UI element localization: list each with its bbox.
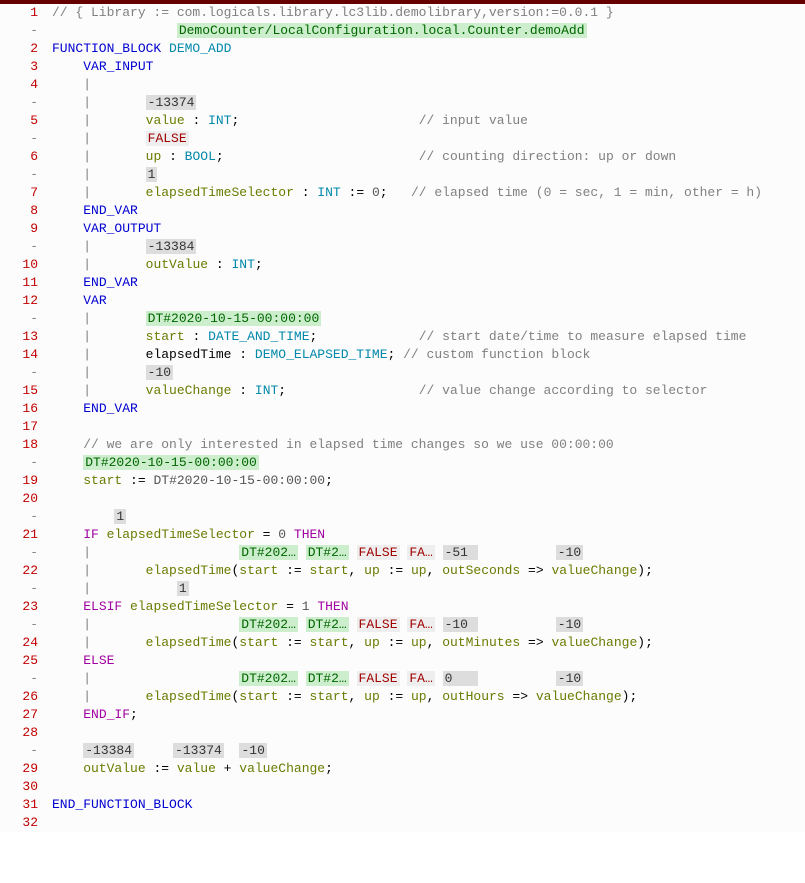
line-number: 15 <box>0 382 38 400</box>
line-number: - <box>0 508 38 526</box>
line-number: 24 <box>0 634 38 652</box>
line-number: 13 <box>0 328 38 346</box>
code-line: | 1 <box>52 580 805 598</box>
line-number: 21 <box>0 526 38 544</box>
line-number: - <box>0 580 38 598</box>
line-number: 26 <box>0 688 38 706</box>
line-number: 9 <box>0 220 38 238</box>
line-number: - <box>0 670 38 688</box>
line-number: - <box>0 310 38 328</box>
line-gutter: 1-234-5-6-789-101112-1314-15161718-1920-… <box>0 4 48 832</box>
code-line: | DT#202… DT#2… FALSE FA… -10 -10 <box>52 616 805 634</box>
line-number: 16 <box>0 400 38 418</box>
line-number: 31 <box>0 796 38 814</box>
code-line: END_VAR <box>52 202 805 220</box>
code-line: | DT#2020-10-15-00:00:00 <box>52 310 805 328</box>
code-line: | -13384 <box>52 238 805 256</box>
line-number: 1 <box>0 4 38 22</box>
code-line <box>52 814 805 832</box>
code-line: IF elapsedTimeSelector = 0 THEN <box>52 526 805 544</box>
code-line: // { Library := com.logicals.library.lc3… <box>52 4 805 22</box>
code-line: | elapsedTime(start := start, up := up, … <box>52 562 805 580</box>
line-number: 14 <box>0 346 38 364</box>
code-line: | -10 <box>52 364 805 382</box>
code-line: | FALSE <box>52 130 805 148</box>
line-number: 8 <box>0 202 38 220</box>
code-line: | value : INT; // input value <box>52 112 805 130</box>
code-line: DT#2020-10-15-00:00:00 <box>52 454 805 472</box>
line-number: 28 <box>0 724 38 742</box>
line-number: 7 <box>0 184 38 202</box>
code-line: | elapsedTime(start := start, up := up, … <box>52 688 805 706</box>
line-number: - <box>0 238 38 256</box>
line-number: 10 <box>0 256 38 274</box>
code-line <box>52 490 805 508</box>
line-number: 32 <box>0 814 38 832</box>
code-line: VAR_OUTPUT <box>52 220 805 238</box>
code-line: END_FUNCTION_BLOCK <box>52 796 805 814</box>
code-line: | up : BOOL; // counting direction: up o… <box>52 148 805 166</box>
code-line: END_IF; <box>52 706 805 724</box>
code-line: | start : DATE_AND_TIME; // start date/t… <box>52 328 805 346</box>
line-number: 6 <box>0 148 38 166</box>
code-line: | DT#202… DT#2… FALSE FA… -51 -10 <box>52 544 805 562</box>
line-number: - <box>0 616 38 634</box>
line-number: 29 <box>0 760 38 778</box>
line-number: 30 <box>0 778 38 796</box>
line-number: - <box>0 364 38 382</box>
line-number: 20 <box>0 490 38 508</box>
line-number: 3 <box>0 58 38 76</box>
code-line: VAR <box>52 292 805 310</box>
line-number: - <box>0 130 38 148</box>
code-line: | outValue : INT; <box>52 256 805 274</box>
code-line: END_VAR <box>52 400 805 418</box>
line-number: 17 <box>0 418 38 436</box>
code-line: | <box>52 76 805 94</box>
line-number: 18 <box>0 436 38 454</box>
code-line: -13384 -13374 -10 <box>52 742 805 760</box>
code-line: | elapsedTime : DEMO_ELAPSED_TIME; // cu… <box>52 346 805 364</box>
line-number: 12 <box>0 292 38 310</box>
code-line: ELSE <box>52 652 805 670</box>
code-line: // we are only interested in elapsed tim… <box>52 436 805 454</box>
line-number: 11 <box>0 274 38 292</box>
code-line: | DT#202… DT#2… FALSE FA… 0 -10 <box>52 670 805 688</box>
line-number: - <box>0 454 38 472</box>
code-line: outValue := value + valueChange; <box>52 760 805 778</box>
line-number: 22 <box>0 562 38 580</box>
code-line: | -13374 <box>52 94 805 112</box>
line-number: - <box>0 544 38 562</box>
code-line: | elapsedTime(start := start, up := up, … <box>52 634 805 652</box>
code-line: 1 <box>52 508 805 526</box>
code-line: | 1 <box>52 166 805 184</box>
line-number: 27 <box>0 706 38 724</box>
code-line: start := DT#2020-10-15-00:00:00; <box>52 472 805 490</box>
line-number: 4 <box>0 76 38 94</box>
line-number: 19 <box>0 472 38 490</box>
code-line: VAR_INPUT <box>52 58 805 76</box>
line-number: 25 <box>0 652 38 670</box>
line-number: 23 <box>0 598 38 616</box>
code-line: | valueChange : INT; // value change acc… <box>52 382 805 400</box>
code-line <box>52 778 805 796</box>
code-line <box>52 724 805 742</box>
code-line: FUNCTION_BLOCK DEMO_ADD <box>52 40 805 58</box>
code-line: DemoCounter/LocalConfiguration.local.Cou… <box>52 22 805 40</box>
code-editor: 1-234-5-6-789-101112-1314-15161718-1920-… <box>0 4 805 832</box>
line-number: 5 <box>0 112 38 130</box>
code-line: | elapsedTimeSelector : INT := 0; // ela… <box>52 184 805 202</box>
line-number: - <box>0 22 38 40</box>
code-line: ELSIF elapsedTimeSelector = 1 THEN <box>52 598 805 616</box>
line-number: - <box>0 166 38 184</box>
code-line: END_VAR <box>52 274 805 292</box>
line-number: 2 <box>0 40 38 58</box>
line-number: - <box>0 94 38 112</box>
code-area[interactable]: // { Library := com.logicals.library.lc3… <box>48 4 805 832</box>
code-line <box>52 418 805 436</box>
line-number: - <box>0 742 38 760</box>
